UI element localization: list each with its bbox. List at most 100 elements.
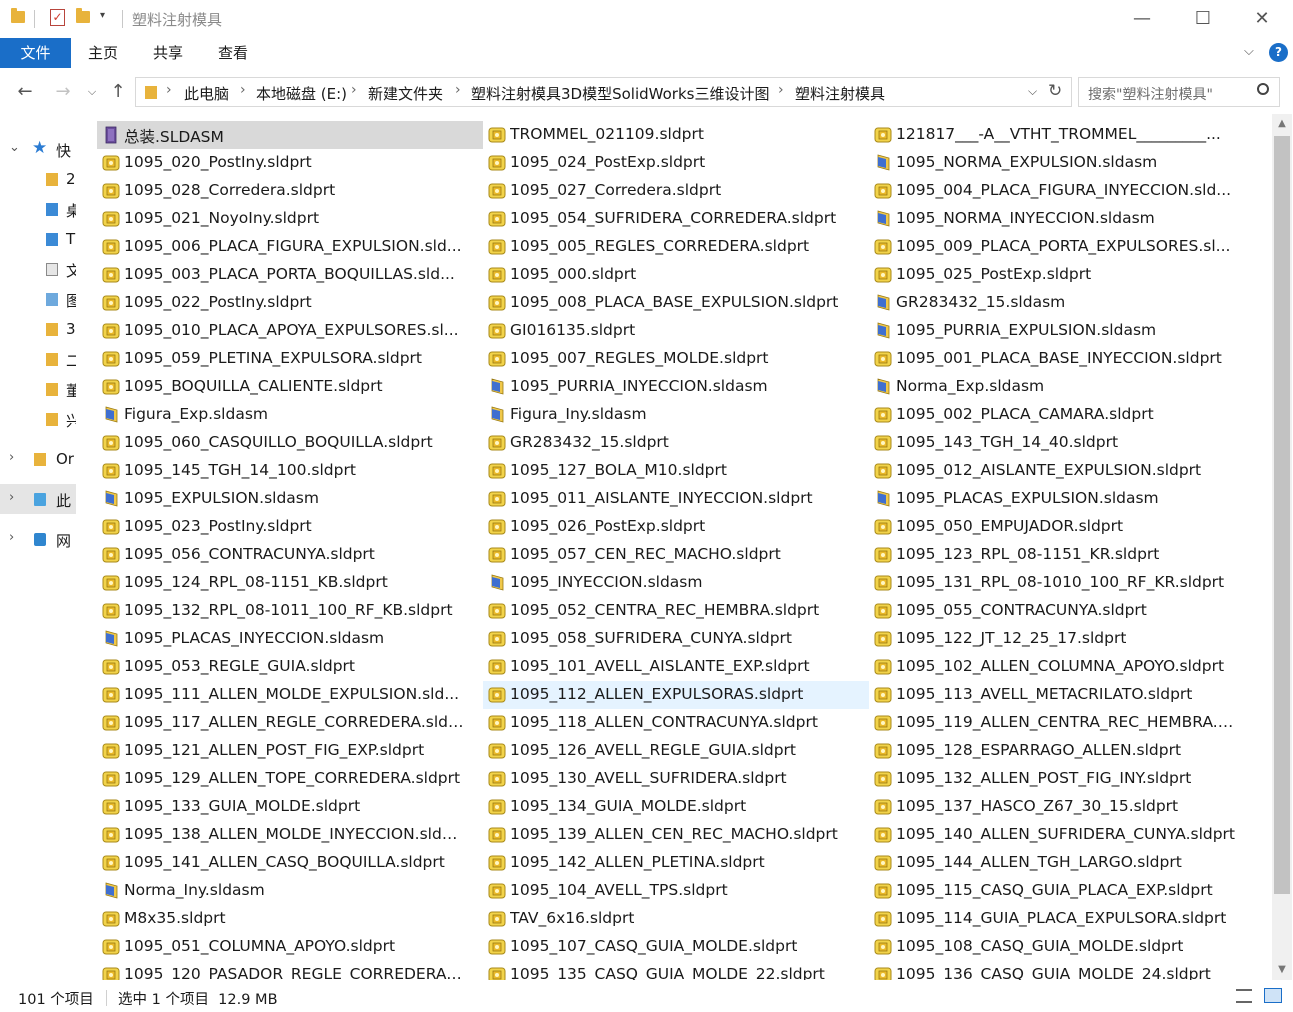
file-item[interactable]: 1095_EXPULSION.sldasm bbox=[97, 485, 483, 513]
chevron-right-icon[interactable]: › bbox=[455, 82, 461, 98]
chevron-right-icon[interactable]: › bbox=[9, 490, 14, 505]
scroll-down-icon[interactable]: ▼ bbox=[1272, 964, 1292, 975]
tab-view[interactable]: 查看 bbox=[207, 38, 259, 68]
refresh-icon[interactable]: ↻ bbox=[1048, 81, 1062, 101]
chevron-right-icon[interactable]: › bbox=[778, 82, 784, 98]
scroll-up-icon[interactable]: ▲ bbox=[1272, 118, 1292, 129]
file-item[interactable]: 1095_121_ALLEN_POST_FIG_EXP.sldprt bbox=[97, 737, 483, 765]
file-item[interactable]: GR283432_15.sldasm bbox=[869, 289, 1255, 317]
file-item[interactable]: 1095_NORMA_EXPULSION.sldasm bbox=[869, 149, 1255, 177]
nav-item-network[interactable]: › 网 bbox=[0, 524, 76, 554]
file-item[interactable]: 1095_104_AVELL_TPS.sldprt bbox=[483, 877, 869, 905]
file-item[interactable]: 1095_021_NoyoIny.sldprt bbox=[97, 205, 483, 233]
nav-item-downloads[interactable]: T bbox=[0, 224, 76, 254]
file-item[interactable]: 1095_008_PLACA_BASE_EXPULSION.sldprt bbox=[483, 289, 869, 317]
file-item[interactable]: TAV_6x16.sldprt bbox=[483, 905, 869, 933]
file-item[interactable]: 1095_001_PLACA_BASE_INYECCION.sldprt bbox=[869, 345, 1255, 373]
nav-item-desktop[interactable]: 桌 bbox=[0, 194, 76, 224]
file-item[interactable]: 1095_113_AVELL_METACRILATO.sldprt bbox=[869, 681, 1255, 709]
file-item[interactable]: 1095_000.sldprt bbox=[483, 261, 869, 289]
file-item[interactable]: 1095_053_REGLE_GUIA.sldprt bbox=[97, 653, 483, 681]
file-item[interactable]: 1095_134_GUIA_MOLDE.sldprt bbox=[483, 793, 869, 821]
file-item[interactable]: 1095_131_RPL_08-1010_100_RF_KR.sldprt bbox=[869, 569, 1255, 597]
file-item[interactable]: 1095_052_CENTRA_REC_HEMBRA.sldprt bbox=[483, 597, 869, 625]
file-item[interactable]: 1095_058_SUFRIDERA_CUNYA.sldprt bbox=[483, 625, 869, 653]
file-item[interactable]: 1095_145_TGH_14_100.sldprt bbox=[97, 457, 483, 485]
file-item[interactable]: 1095_PURRIA_EXPULSION.sldasm bbox=[869, 317, 1255, 345]
file-item[interactable]: 1095_135_CASQ_GUIA_MOLDE_22.sldprt bbox=[483, 961, 869, 980]
file-item[interactable]: 1095_124_RPL_08-1151_KB.sldprt bbox=[97, 569, 483, 597]
file-item[interactable]: GR283432_15.sldprt bbox=[483, 429, 869, 457]
breadcrumb-local-disk[interactable]: 本地磁盘 (E:) bbox=[256, 83, 347, 104]
nav-item-folder[interactable]: 3 bbox=[0, 314, 76, 344]
file-item[interactable]: 1095_003_PLACA_PORTA_BOQUILLAS.sld... bbox=[97, 261, 483, 289]
file-item[interactable]: 1095_112_ALLEN_EXPULSORAS.sldprt bbox=[483, 681, 869, 709]
file-item[interactable]: 1095_130_AVELL_SUFRIDERA.sldprt bbox=[483, 765, 869, 793]
file-item[interactable]: 1095_050_EMPUJADOR.sldprt bbox=[869, 513, 1255, 541]
file-item[interactable]: 1095_144_ALLEN_TGH_LARGO.sldprt bbox=[869, 849, 1255, 877]
file-item[interactable]: 1095_025_PostExp.sldprt bbox=[869, 261, 1255, 289]
file-item[interactable]: 1095_102_ALLEN_COLUMNA_APOYO.sldprt bbox=[869, 653, 1255, 681]
chevron-right-icon[interactable]: › bbox=[240, 82, 246, 98]
breadcrumb-model-folder[interactable]: 塑料注射模具3D模型SolidWorks三维设计图 bbox=[471, 83, 769, 104]
file-item[interactable]: 1095_PURRIA_INYECCION.sldasm bbox=[483, 373, 869, 401]
chevron-right-icon[interactable]: › bbox=[166, 82, 172, 98]
nav-item-this-pc[interactable]: › 此 bbox=[0, 484, 76, 514]
file-item[interactable]: 1095_051_COLUMNA_APOYO.sldprt bbox=[97, 933, 483, 961]
file-item[interactable]: 1095_BOQUILLA_CALIENTE.sldprt bbox=[97, 373, 483, 401]
nav-item-folder[interactable]: 二 bbox=[0, 344, 76, 374]
file-item[interactable]: 1095_126_AVELL_REGLE_GUIA.sldprt bbox=[483, 737, 869, 765]
file-item[interactable]: 1095_002_PLACA_CAMARA.sldprt bbox=[869, 401, 1255, 429]
recent-locations-button[interactable]: ⌵ bbox=[82, 78, 102, 106]
vertical-scrollbar[interactable]: ▲ ▼ bbox=[1272, 114, 1292, 980]
file-item[interactable]: 1095_027_Corredera.sldprt bbox=[483, 177, 869, 205]
file-item[interactable]: 1095_108_CASQ_GUIA_MOLDE.sldprt bbox=[869, 933, 1255, 961]
file-item[interactable]: 121817___-A__VTHT_TROMMEL_________... bbox=[869, 121, 1255, 149]
large-icons-view-icon[interactable] bbox=[1264, 988, 1282, 1003]
file-item[interactable]: 1095_009_PLACA_PORTA_EXPULSORES.sl... bbox=[869, 233, 1255, 261]
file-item[interactable]: 1095_059_PLETINA_EXPULSORA.sldprt bbox=[97, 345, 483, 373]
file-item[interactable]: 1095_020_PostIny.sldprt bbox=[97, 149, 483, 177]
file-item[interactable]: 1095_004_PLACA_FIGURA_INYECCION.sld... bbox=[869, 177, 1255, 205]
file-item[interactable]: M8x35.sldprt bbox=[97, 905, 483, 933]
file-item[interactable]: 1095_117_ALLEN_REGLE_CORREDERA.sldprt bbox=[97, 709, 483, 737]
nav-item-folder[interactable]: 兴 bbox=[0, 404, 76, 434]
file-item[interactable]: 1095_115_CASQ_GUIA_PLACA_EXP.sldprt bbox=[869, 877, 1255, 905]
file-item[interactable]: 1095_PLACAS_INYECCION.sldasm bbox=[97, 625, 483, 653]
file-item[interactable]: 1095_022_PostIny.sldprt bbox=[97, 289, 483, 317]
file-item[interactable]: 1095_123_RPL_08-1151_KR.sldprt bbox=[869, 541, 1255, 569]
file-item[interactable]: 1095_133_GUIA_MOLDE.sldprt bbox=[97, 793, 483, 821]
file-item[interactable]: 1095_138_ALLEN_MOLDE_INYECCION.sldprt bbox=[97, 821, 483, 849]
nav-item-pictures[interactable]: 图 bbox=[0, 284, 76, 314]
file-item[interactable]: 1095_007_REGLES_MOLDE.sldprt bbox=[483, 345, 869, 373]
file-item[interactable]: 1095_023_PostIny.sldprt bbox=[97, 513, 483, 541]
close-button[interactable]: ✕ bbox=[1239, 4, 1285, 34]
maximize-button[interactable]: ☐ bbox=[1180, 4, 1226, 34]
back-button[interactable]: ← bbox=[11, 78, 39, 106]
file-item[interactable]: 1095_056_CONTRACUNYA.sldprt bbox=[97, 541, 483, 569]
file-item[interactable]: GI016135.sldprt bbox=[483, 317, 869, 345]
nav-item-documents[interactable]: 文 bbox=[0, 254, 76, 284]
file-item[interactable]: 1095_132_RPL_08-1011_100_RF_KB.sldprt bbox=[97, 597, 483, 625]
breadcrumb-this-pc[interactable]: 此电脑 bbox=[184, 83, 229, 104]
file-item[interactable]: 1095_137_HASCO_Z67_30_15.sldprt bbox=[869, 793, 1255, 821]
file-item[interactable]: 1095_NORMA_INYECCION.sldasm bbox=[869, 205, 1255, 233]
file-item[interactable]: 1095_129_ALLEN_TOPE_CORREDERA.sldprt bbox=[97, 765, 483, 793]
details-view-icon[interactable] bbox=[1236, 989, 1252, 1003]
tab-home[interactable]: 主页 bbox=[78, 38, 128, 68]
chevron-right-icon[interactable]: › bbox=[9, 450, 14, 465]
file-item[interactable]: 1095_136_CASQ_GUIA_MOLDE_24.sldprt bbox=[869, 961, 1255, 980]
search-icon[interactable] bbox=[1257, 83, 1269, 95]
file-item[interactable]: 1095_INYECCION.sldasm bbox=[483, 569, 869, 597]
file-item[interactable]: 1095_006_PLACA_FIGURA_EXPULSION.sld... bbox=[97, 233, 483, 261]
file-item[interactable]: Figura_Exp.sldasm bbox=[97, 401, 483, 429]
file-item[interactable]: 1095_111_ALLEN_MOLDE_EXPULSION.sld... bbox=[97, 681, 483, 709]
file-item[interactable]: 1095_011_AISLANTE_INYECCION.sldprt bbox=[483, 485, 869, 513]
properties-icon[interactable]: ✓ bbox=[50, 9, 65, 26]
file-item[interactable]: 1095_128_ESPARRAGO_ALLEN.sldprt bbox=[869, 737, 1255, 765]
file-item[interactable]: 1095_005_REGLES_CORREDERA.sldprt bbox=[483, 233, 869, 261]
file-item[interactable]: 1095_142_ALLEN_PLETINA.sldprt bbox=[483, 849, 869, 877]
file-item[interactable]: 1095_024_PostExp.sldprt bbox=[483, 149, 869, 177]
nav-item-folder[interactable]: 董 bbox=[0, 374, 76, 404]
file-item[interactable]: 1095_055_CONTRACUNYA.sldprt bbox=[869, 597, 1255, 625]
